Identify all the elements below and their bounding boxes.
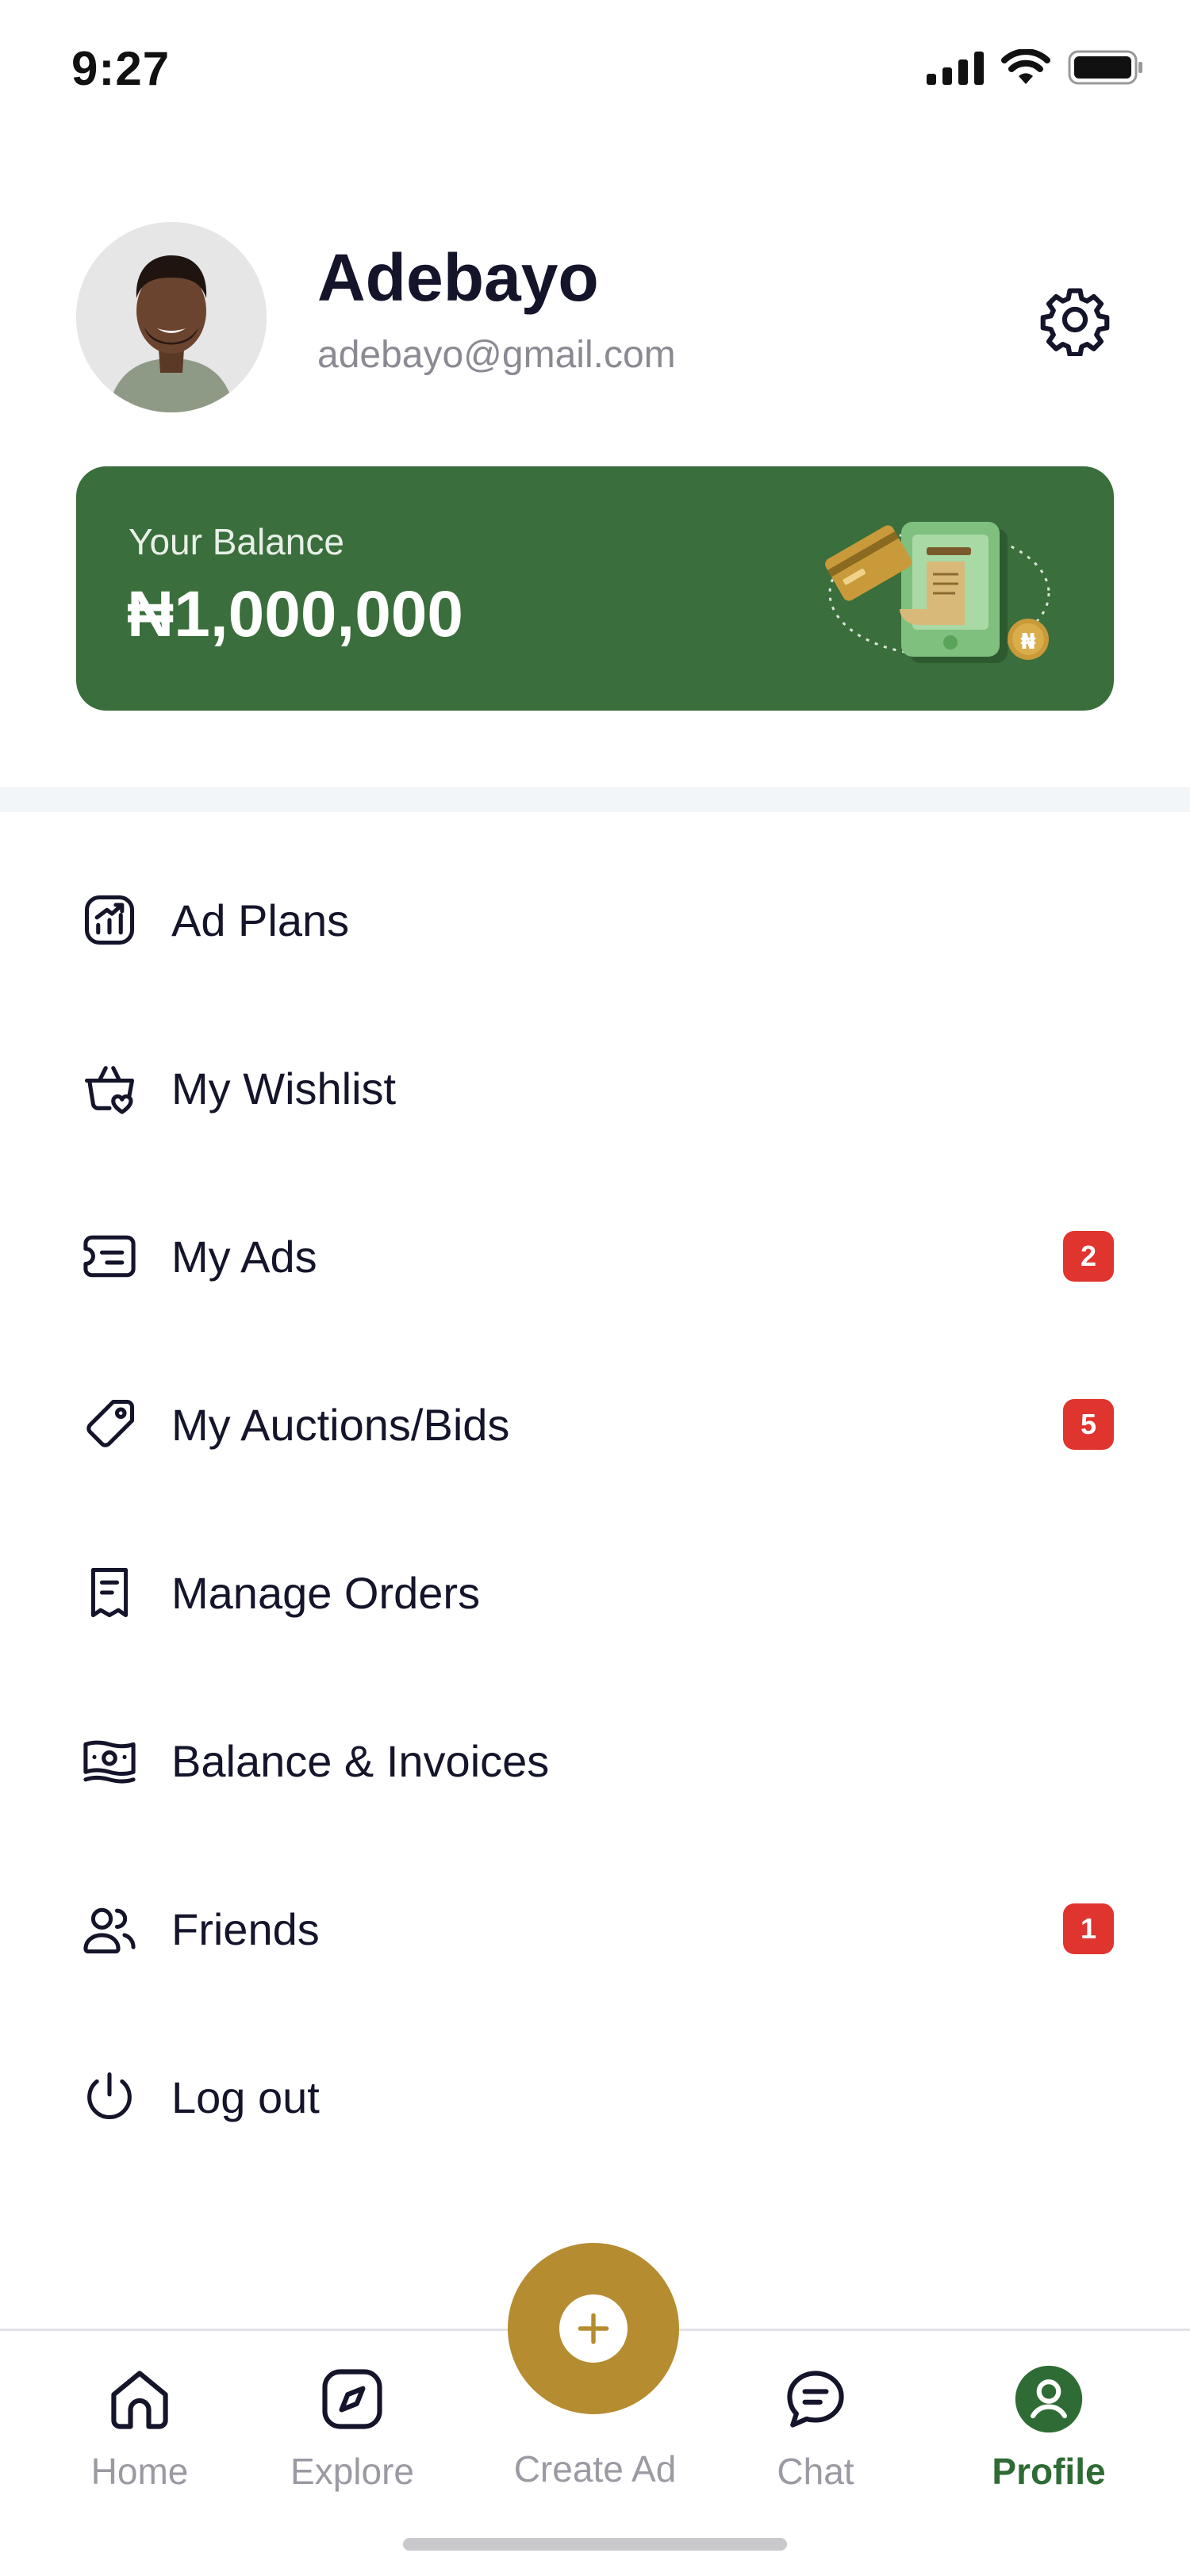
- menu-item-manage-orders[interactable]: Manage Orders: [0, 1508, 1190, 1677]
- menu-item-log-out[interactable]: Log out: [0, 2013, 1190, 2181]
- menu-label: Friends: [171, 1903, 320, 1954]
- nav-label: Profile: [992, 2451, 1106, 2492]
- menu-item-my-wishlist[interactable]: My Wishlist: [0, 1004, 1190, 1172]
- users-icon: [76, 1896, 143, 1962]
- nav-label: Chat: [777, 2451, 854, 2492]
- profile-menu: Ad Plans My Wishlist My Ads 2 My Auction…: [0, 836, 1190, 2181]
- nav-profile[interactable]: Profile: [954, 2359, 1144, 2518]
- chart-growth-icon: [76, 887, 143, 953]
- tag-icon: [76, 1391, 143, 1458]
- cellular-signal-icon: [927, 50, 984, 89]
- battery-icon: [1068, 49, 1144, 90]
- home-indicator: [403, 2538, 787, 2551]
- nav-chat[interactable]: Chat: [720, 2359, 911, 2518]
- chat-bubble-icon: [776, 2359, 855, 2439]
- menu-label: Log out: [171, 2072, 320, 2122]
- menu-item-my-ads[interactable]: My Ads 2: [0, 1172, 1190, 1340]
- profile-name: Adebayo: [317, 240, 599, 315]
- menu-label: Manage Orders: [171, 1567, 481, 1618]
- notification-badge: 1: [1063, 1903, 1114, 1954]
- menu-label: My Wishlist: [171, 1063, 397, 1114]
- home-icon: [100, 2359, 179, 2439]
- compass-icon: [313, 2359, 392, 2439]
- nav-explore[interactable]: Explore: [257, 2359, 447, 2518]
- wallet-payment-illustration: ₦: [820, 506, 1058, 673]
- menu-item-ad-plans[interactable]: Ad Plans: [0, 836, 1190, 1004]
- nav-label: Explore: [290, 2451, 414, 2492]
- balance-amount: ₦1,000,000: [127, 578, 464, 650]
- menu-label: My Ads: [171, 1231, 317, 1282]
- basket-heart-icon: [76, 1055, 143, 1121]
- menu-label: Balance & Invoices: [171, 1735, 550, 1786]
- ticket-icon: [76, 1223, 143, 1290]
- section-divider: [0, 787, 1190, 812]
- nav-label: Home: [90, 2451, 189, 2492]
- settings-button[interactable]: [1031, 278, 1119, 365]
- notification-badge: 2: [1063, 1231, 1114, 1282]
- wifi-icon: [1001, 48, 1050, 90]
- balance-card[interactable]: Your Balance ₦1,000,000 ₦: [76, 466, 1114, 711]
- status-icons: [927, 48, 1144, 90]
- plus-icon: [559, 2294, 628, 2363]
- create-ad-button[interactable]: [508, 2243, 679, 2414]
- gear-icon: [1038, 283, 1111, 360]
- nav-create-ad-label: Create Ad: [513, 2448, 677, 2490]
- avatar[interactable]: [76, 222, 267, 412]
- menu-item-balance-invoices[interactable]: Balance & Invoices: [0, 1677, 1190, 1845]
- power-icon: [76, 2064, 143, 2130]
- status-time: 9:27: [71, 42, 171, 95]
- notification-badge: 5: [1063, 1399, 1114, 1450]
- nav-home[interactable]: Home: [44, 2359, 235, 2518]
- menu-label: Ad Plans: [171, 895, 350, 945]
- menu-item-my-auctions-bids[interactable]: My Auctions/Bids 5: [0, 1340, 1190, 1508]
- status-bar: 9:27: [0, 0, 1190, 143]
- money-icon: [76, 1727, 143, 1794]
- svg-text:₦: ₦: [1020, 628, 1035, 654]
- menu-item-friends[interactable]: Friends 1: [0, 1845, 1190, 2013]
- menu-label: My Auctions/Bids: [171, 1399, 510, 1450]
- balance-label: Your Balance: [129, 521, 344, 562]
- profile-icon: [1009, 2359, 1088, 2439]
- receipt-icon: [76, 1559, 143, 1626]
- profile-email: adebayo@gmail.com: [317, 334, 676, 376]
